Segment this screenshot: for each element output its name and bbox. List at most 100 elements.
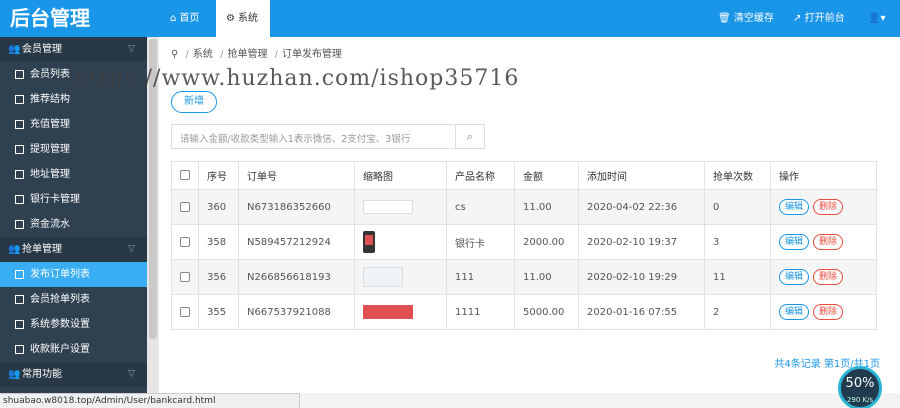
search-icon: ⌕ (466, 130, 474, 143)
file-icon (15, 120, 24, 129)
cell-actions: 编辑 删除 (770, 294, 877, 330)
column-header: 订单号 (238, 161, 355, 190)
sidebar-item-label: 资金流水 (30, 219, 70, 230)
column-header: 产品名称 (446, 161, 515, 190)
orders-table: 序号 订单号 缩略图 产品名称 金额 添加时间 抢单次数 操作 360 N673… (171, 161, 877, 330)
gear-icon: ⚙ (226, 13, 235, 24)
sidebar-item-system-params[interactable]: 系统参数设置 (0, 312, 147, 337)
sidebar-item-address[interactable]: 地址管理 (0, 162, 147, 187)
sidebar-item-label: 会员列表 (30, 69, 70, 80)
row-checkbox[interactable] (180, 236, 190, 247)
sidebar-item-bankcard[interactable]: 银行卡管理 (0, 187, 147, 212)
open-front-button[interactable]: ↗ 打开前台 (793, 0, 845, 37)
thumbnail-image[interactable] (363, 231, 375, 253)
tab-home[interactable]: ⌂ 首页 (160, 0, 216, 37)
select-all-checkbox[interactable] (180, 170, 190, 180)
table-row: 360 N673186352660 cs 11.00 2020-04-02 22… (171, 189, 877, 225)
delete-button[interactable]: 删除 (813, 269, 844, 285)
cell-thumbnail (354, 294, 447, 330)
file-icon (15, 295, 24, 304)
thumbnail-image[interactable] (363, 267, 403, 287)
file-icon (15, 320, 24, 329)
cell-thumbnail (354, 259, 447, 295)
edit-button[interactable]: 编辑 (779, 234, 810, 250)
breadcrumb-item[interactable]: 系统 (193, 49, 213, 60)
thumbnail-image[interactable] (363, 200, 413, 214)
sidebar-item-payment-accounts[interactable]: 收款账户设置 (0, 337, 147, 362)
row-checkbox[interactable] (180, 271, 190, 282)
chevron-down-icon: ▽ (128, 44, 135, 54)
cell-actions: 编辑 删除 (770, 224, 877, 260)
cell-name: cs (446, 189, 515, 225)
sidebar-group-members[interactable]: 👥 会员管理 ▽ (0, 37, 147, 62)
column-header: 金额 (514, 161, 579, 190)
file-icon (15, 145, 24, 154)
external-link-icon: ↗ (793, 13, 802, 24)
cell-actions: 编辑 删除 (770, 189, 877, 225)
edit-button[interactable]: 编辑 (779, 199, 810, 215)
table-row: 358 N589457212924 银行卡 2000.00 2020-02-10… (171, 224, 877, 260)
sidebar-item-order-list[interactable]: 发布订单列表 (0, 262, 147, 287)
sidebar-item-withdraw[interactable]: 提现管理 (0, 137, 147, 162)
cell-time: 2020-02-10 19:29 (578, 259, 705, 295)
sidebar-item-recharge[interactable]: 充值管理 (0, 112, 147, 137)
table-header-row: 序号 订单号 缩略图 产品名称 金额 添加时间 抢单次数 操作 (171, 161, 877, 190)
open-front-label: 打开前台 (804, 13, 845, 24)
cell-id: 355 (198, 294, 239, 330)
cell-amount: 11.00 (514, 189, 579, 225)
delete-button[interactable]: 删除 (813, 234, 844, 250)
sidebar-item-funds[interactable]: 资金流水 (0, 212, 147, 237)
clear-cache-button[interactable]: 🗑 清空缓存 (718, 0, 774, 37)
sidebar-group-orders[interactable]: 👥 抢单管理 ▽ (0, 237, 147, 262)
cell-actions: 编辑 删除 (770, 259, 877, 295)
cell-time: 2020-02-10 19:37 (578, 224, 705, 260)
cell-order: N673186352660 (238, 189, 355, 225)
user-menu-button[interactable]: 👤▾ (868, 0, 885, 37)
delete-button[interactable]: 删除 (813, 199, 844, 215)
cell-id: 358 (198, 224, 239, 260)
search-input[interactable]: 请输入金额/收款类型输入1表示微信、2支付宝、3银行 (180, 131, 410, 145)
add-button[interactable]: 新增 (171, 91, 217, 113)
row-select-cell (171, 189, 199, 225)
network-speed-widget[interactable]: 50% 290 K/s (838, 366, 882, 408)
list-icon (15, 70, 24, 79)
top-navbar: 后台管理 ⌂ 首页 ⚙ 系统 🗑 清空缓存 ↗ 打开前台 👤▾ (0, 0, 900, 37)
row-checkbox[interactable] (180, 201, 190, 212)
sidebar-group-orders-label: 抢单管理 (22, 244, 62, 255)
cell-order: N266856618193 (238, 259, 355, 295)
sidebar-group-common[interactable]: 👥 常用功能 ▽ (0, 362, 147, 387)
thumbnail-image[interactable] (363, 305, 413, 319)
edit-button[interactable]: 编辑 (779, 269, 810, 285)
cell-count: 11 (704, 259, 771, 295)
cell-id: 360 (198, 189, 239, 225)
cell-thumbnail (354, 224, 447, 260)
tab-system[interactable]: ⚙ 系统 (216, 0, 270, 37)
cell-count: 3 (704, 224, 771, 260)
column-header: 操作 (770, 161, 877, 190)
trash-icon: 🗑 (718, 13, 731, 24)
search-button[interactable]: ⌕ (455, 125, 484, 148)
app-logo-title: 后台管理 (0, 0, 159, 37)
sidebar-item-label: 提现管理 (30, 144, 70, 155)
sidebar-item-member-orders[interactable]: 会员抢单列表 (0, 287, 147, 312)
sidebar-item-label: 推荐结构 (30, 94, 70, 105)
breadcrumb: ⚲ / 系统 / 抢单管理 / 订单发布管理 (171, 49, 343, 60)
table-row: 356 N266856618193 111 11.00 2020-02-10 1… (171, 259, 877, 295)
column-header: 抢单次数 (704, 161, 771, 190)
cell-order: N667537921088 (238, 294, 355, 330)
file-icon (15, 170, 24, 179)
tab-system-label: 系统 (237, 13, 258, 24)
cell-time: 2020-01-16 07:55 (578, 294, 705, 330)
delete-button[interactable]: 删除 (813, 304, 844, 320)
cell-amount: 5000.00 (514, 294, 579, 330)
speed-rate: 290 K/s (846, 396, 874, 404)
cell-name: 1111 (446, 294, 515, 330)
breadcrumb-item[interactable]: 抢单管理 (227, 49, 267, 60)
clear-cache-label: 清空缓存 (733, 13, 774, 24)
column-header: 序号 (198, 161, 239, 190)
column-header: 缩略图 (354, 161, 447, 190)
edit-button[interactable]: 编辑 (779, 304, 810, 320)
row-checkbox[interactable] (180, 306, 190, 317)
sidebar-group-members-label: 会员管理 (22, 44, 62, 55)
watermark-text: https://www.huzhan.com/ishop35716 (74, 66, 520, 91)
